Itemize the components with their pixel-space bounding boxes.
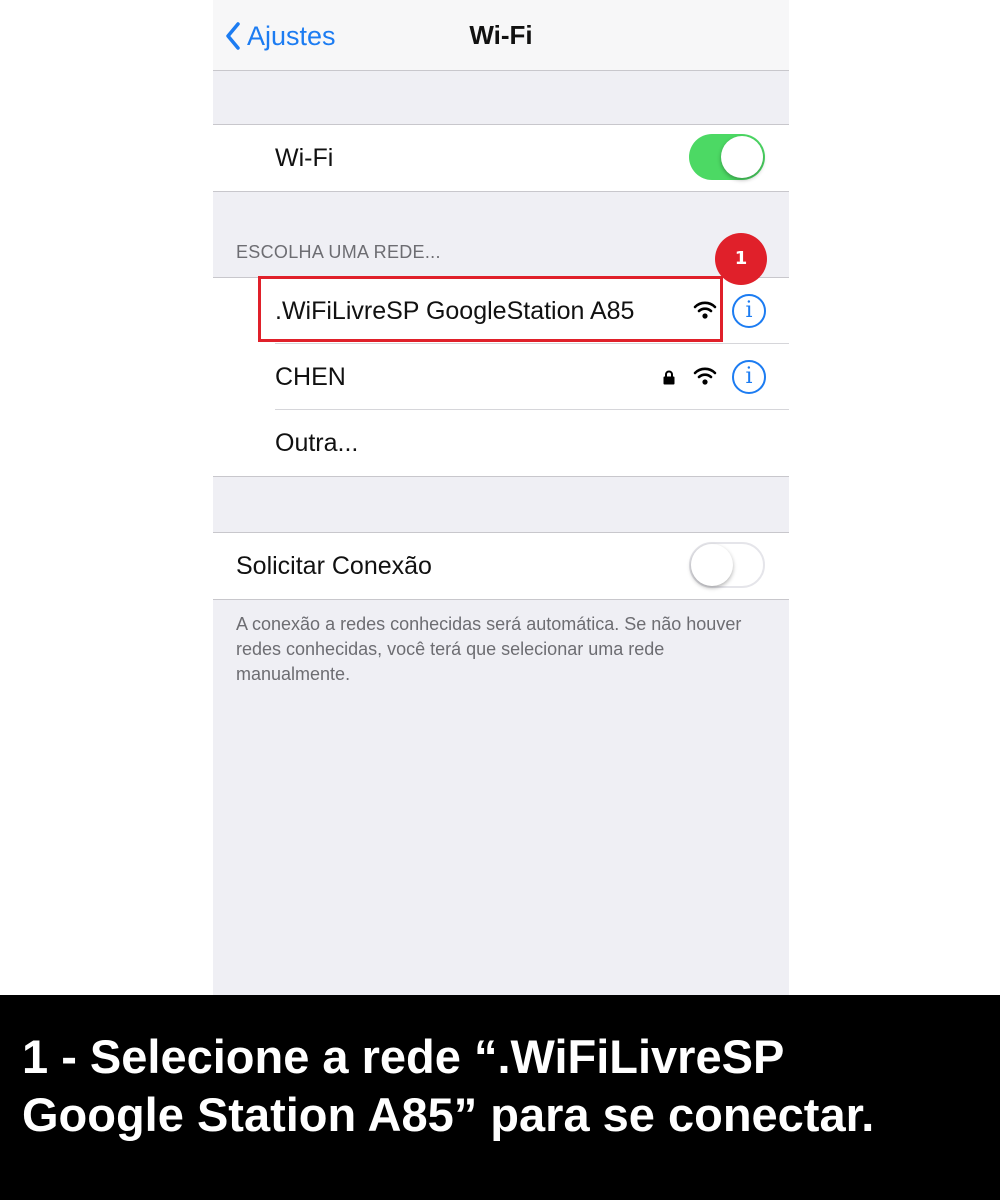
networks-section-header: ESCOLHA UMA REDE...: [236, 242, 441, 262]
wifi-settings-screen: Ajustes Wi-Fi Wi-Fi ESCOLHA UMA REDE... …: [213, 0, 789, 996]
ask-to-join-row: Solicitar Conexão: [213, 533, 789, 599]
network-name: CHEN: [275, 362, 346, 391]
instruction-caption: 1 - Selecione a rede “.WiFiLivreSP Googl…: [22, 1030, 875, 1141]
ask-to-join-label: Solicitar Conexão: [236, 551, 432, 580]
network-row-chen[interactable]: CHEN i: [213, 344, 789, 410]
step-badge: 1: [715, 233, 767, 285]
info-icon[interactable]: i: [732, 360, 766, 394]
toggle-knob: [721, 136, 763, 178]
highlight-box: [258, 276, 723, 342]
instruction-banner: 1 - Selecione a rede “.WiFiLivreSP Googl…: [0, 995, 1000, 1200]
wifi-toggle-row: Wi-Fi: [213, 125, 789, 191]
lock-icon: [663, 370, 675, 385]
info-icon[interactable]: i: [732, 294, 766, 328]
network-row-other[interactable]: Outra...: [213, 410, 789, 476]
wifi-toggle-group: Wi-Fi: [213, 124, 789, 192]
page-title: Wi-Fi: [469, 20, 533, 50]
wifi-toggle-switch[interactable]: [689, 134, 765, 180]
toggle-knob: [691, 544, 733, 586]
ask-to-join-group: Solicitar Conexão: [213, 532, 789, 600]
navigation-bar: Ajustes Wi-Fi: [213, 0, 789, 71]
network-name: Outra...: [275, 428, 359, 457]
ask-to-join-footer: A conexão a redes conhecidas será automá…: [236, 614, 742, 684]
wifi-icon: [693, 367, 717, 385]
wifi-toggle-label: Wi-Fi: [275, 143, 334, 172]
ask-to-join-switch[interactable]: [689, 542, 765, 588]
